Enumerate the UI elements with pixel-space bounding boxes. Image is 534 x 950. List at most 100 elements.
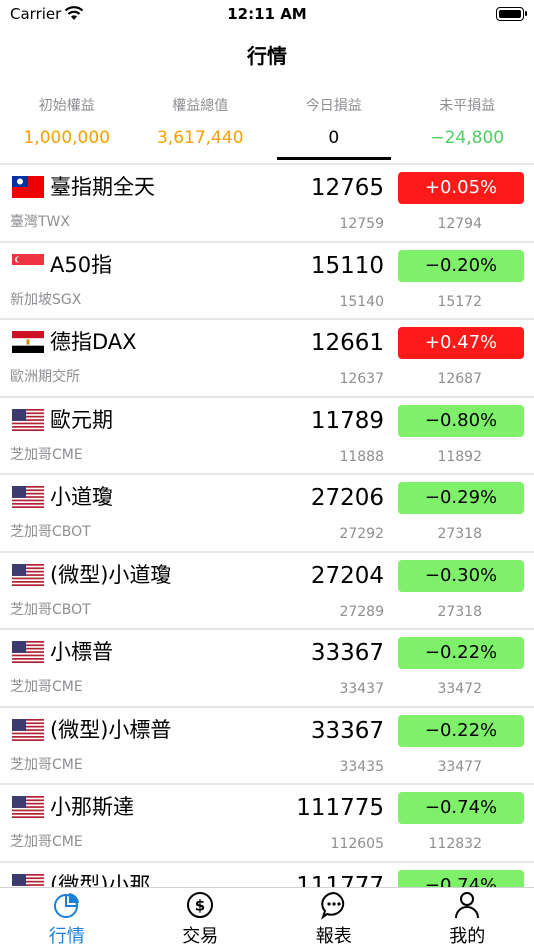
quote-bid: 33435: [339, 758, 384, 775]
quote-change-badge: −0.20%: [398, 249, 524, 282]
quote-name: (微型)小標普: [50, 717, 172, 742]
summary-total-equity[interactable]: 權益總值 3,617,440: [134, 90, 268, 162]
usa-flag-icon: [12, 563, 44, 586]
quote-ask: 33477: [437, 758, 482, 775]
tab-market[interactable]: 行情: [0, 888, 134, 950]
battery-icon: [496, 7, 527, 21]
summary-label: 初始權益: [38, 98, 95, 114]
quote-ask: 12794: [437, 216, 482, 232]
quote-change-badge: −0.74%: [398, 792, 524, 824]
quote-row[interactable]: (微型)小那 111777 −0.74%: [0, 863, 534, 888]
quote-price: 12765: [310, 175, 384, 201]
quote-row[interactable]: A50指 新加坡SGX 15110 15140 15172 −0.20%: [0, 243, 534, 320]
quote-bid: 112605: [330, 836, 384, 852]
summary-label: 權益總值: [172, 98, 229, 114]
tab-trade[interactable]: $ 交易: [134, 888, 268, 950]
status-bar: Carrier 12:11 AM: [0, 0, 534, 30]
quote-exchange: 芝加哥CME: [10, 756, 83, 773]
tab-label: 交易: [182, 926, 219, 947]
quote-change-badge: −0.74%: [398, 869, 524, 887]
quote-change-badge: −0.22%: [398, 714, 524, 747]
summary-initial-equity[interactable]: 初始權益 1,000,000: [0, 90, 134, 162]
quote-change-badge: −0.22%: [398, 637, 524, 669]
quote-row[interactable]: 德指DAX 歐洲期交所 12661 12637 12687 +0.47%: [0, 320, 534, 398]
usa-flag-icon: [12, 873, 44, 887]
summary-label: 今日損益: [305, 98, 362, 114]
quote-price: 11789: [310, 407, 384, 434]
quote-name: (微型)小那: [50, 872, 151, 888]
chat-bubble-icon: [320, 891, 344, 920]
quote-name: 小道瓊: [50, 485, 113, 509]
quote-ask: 27318: [437, 603, 482, 620]
quote-ask: 27318: [437, 526, 482, 542]
quote-name: (微型)小道瓊: [50, 562, 172, 587]
quote-exchange: 芝加哥CME: [10, 679, 83, 695]
quote-bid: 12637: [339, 371, 384, 387]
singapore-flag-icon: [12, 253, 44, 276]
quote-row[interactable]: 小那斯達 芝加哥CME 111775 112605 112832 −0.74%: [0, 785, 534, 863]
quote-bid: 33437: [339, 681, 384, 697]
quote-row[interactable]: (微型)小道瓊 芝加哥CBOT 27204 27289 27318 −0.30%: [0, 553, 534, 630]
tab-label: 行情: [48, 926, 85, 947]
quote-ask: 15172: [437, 293, 482, 310]
quote-row[interactable]: 歐元期 芝加哥CME 11789 11888 11892 −0.80%: [0, 398, 534, 475]
status-time: 12:11 AM: [227, 5, 307, 23]
summary-value: 3,617,440: [156, 128, 244, 148]
quote-ask: 11892: [437, 448, 482, 465]
page-title: 行情: [247, 44, 287, 68]
quote-bid: 15140: [339, 293, 384, 310]
quote-name: 臺指期全天: [50, 175, 155, 199]
quote-exchange: 臺灣TWX: [10, 214, 70, 230]
usa-flag-icon: [12, 718, 44, 741]
quote-row[interactable]: 小標普 芝加哥CME 33367 33437 33472 −0.22%: [0, 630, 534, 708]
quote-bid: 27289: [339, 603, 384, 620]
quote-exchange: 新加坡SGX: [10, 291, 82, 308]
summary-label: 未平損益: [439, 98, 496, 114]
quote-change-badge: −0.30%: [398, 559, 524, 592]
quote-ask: 33472: [437, 681, 482, 697]
quote-price: 111777: [296, 872, 384, 888]
quote-ask: 12687: [437, 371, 482, 387]
quote-price: 27206: [310, 485, 384, 511]
summary-today-pnl[interactable]: 今日損益 0: [267, 90, 401, 162]
quote-list[interactable]: 臺指期全天 臺灣TWX 12765 12759 12794 +0.05% A50…: [0, 165, 534, 887]
quote-price: 12661: [310, 330, 384, 356]
quote-row[interactable]: 臺指期全天 臺灣TWX 12765 12759 12794 +0.05%: [0, 165, 534, 243]
svg-text:$: $: [195, 897, 205, 915]
quote-price: 33367: [310, 640, 384, 666]
quote-ask: 112832: [428, 836, 482, 852]
quote-name: 歐元期: [50, 407, 113, 432]
quote-row[interactable]: (微型)小標普 芝加哥CME 33367 33435 33477 −0.22%: [0, 708, 534, 785]
tab-label: 我的: [449, 926, 486, 947]
usa-flag-icon: [12, 408, 44, 431]
person-icon: [455, 892, 480, 919]
egypt-flag-icon: [12, 331, 44, 353]
quote-bid: 12759: [339, 216, 384, 232]
quote-name: A50指: [50, 252, 113, 277]
usa-flag-icon: [12, 641, 44, 663]
summary-value: 0: [328, 128, 340, 148]
tab-profile[interactable]: 我的: [401, 888, 534, 950]
quote-name: 小那斯達: [50, 795, 134, 819]
quote-exchange: 芝加哥CME: [10, 446, 83, 463]
dollar-circle-icon: $: [187, 892, 214, 918]
quote-bid: 27292: [339, 526, 384, 542]
quote-change-badge: −0.80%: [398, 404, 524, 437]
summary-unrealized-pnl[interactable]: 未平損益 −24,800: [401, 90, 534, 162]
summary-value: 1,000,000: [23, 128, 111, 148]
quote-change-badge: −0.29%: [398, 482, 524, 514]
quote-price: 15110: [310, 252, 384, 279]
quote-bid: 11888: [339, 448, 384, 465]
tab-bar: 行情 $ 交易 報表 我的: [0, 887, 534, 950]
quote-name: 德指DAX: [50, 330, 137, 354]
quote-exchange: 芝加哥CBOT: [10, 524, 91, 540]
tab-label: 報表: [315, 926, 352, 947]
quote-exchange: 芝加哥CME: [10, 834, 83, 850]
quote-price: 111775: [296, 795, 384, 821]
quote-price: 33367: [310, 717, 384, 744]
tab-report[interactable]: 報表: [267, 888, 401, 950]
quote-row[interactable]: 小道瓊 芝加哥CBOT 27206 27292 27318 −0.29%: [0, 475, 534, 553]
usa-flag-icon: [12, 796, 44, 818]
quote-change-badge: +0.05%: [398, 172, 524, 204]
pie-chart-icon: [53, 893, 79, 918]
